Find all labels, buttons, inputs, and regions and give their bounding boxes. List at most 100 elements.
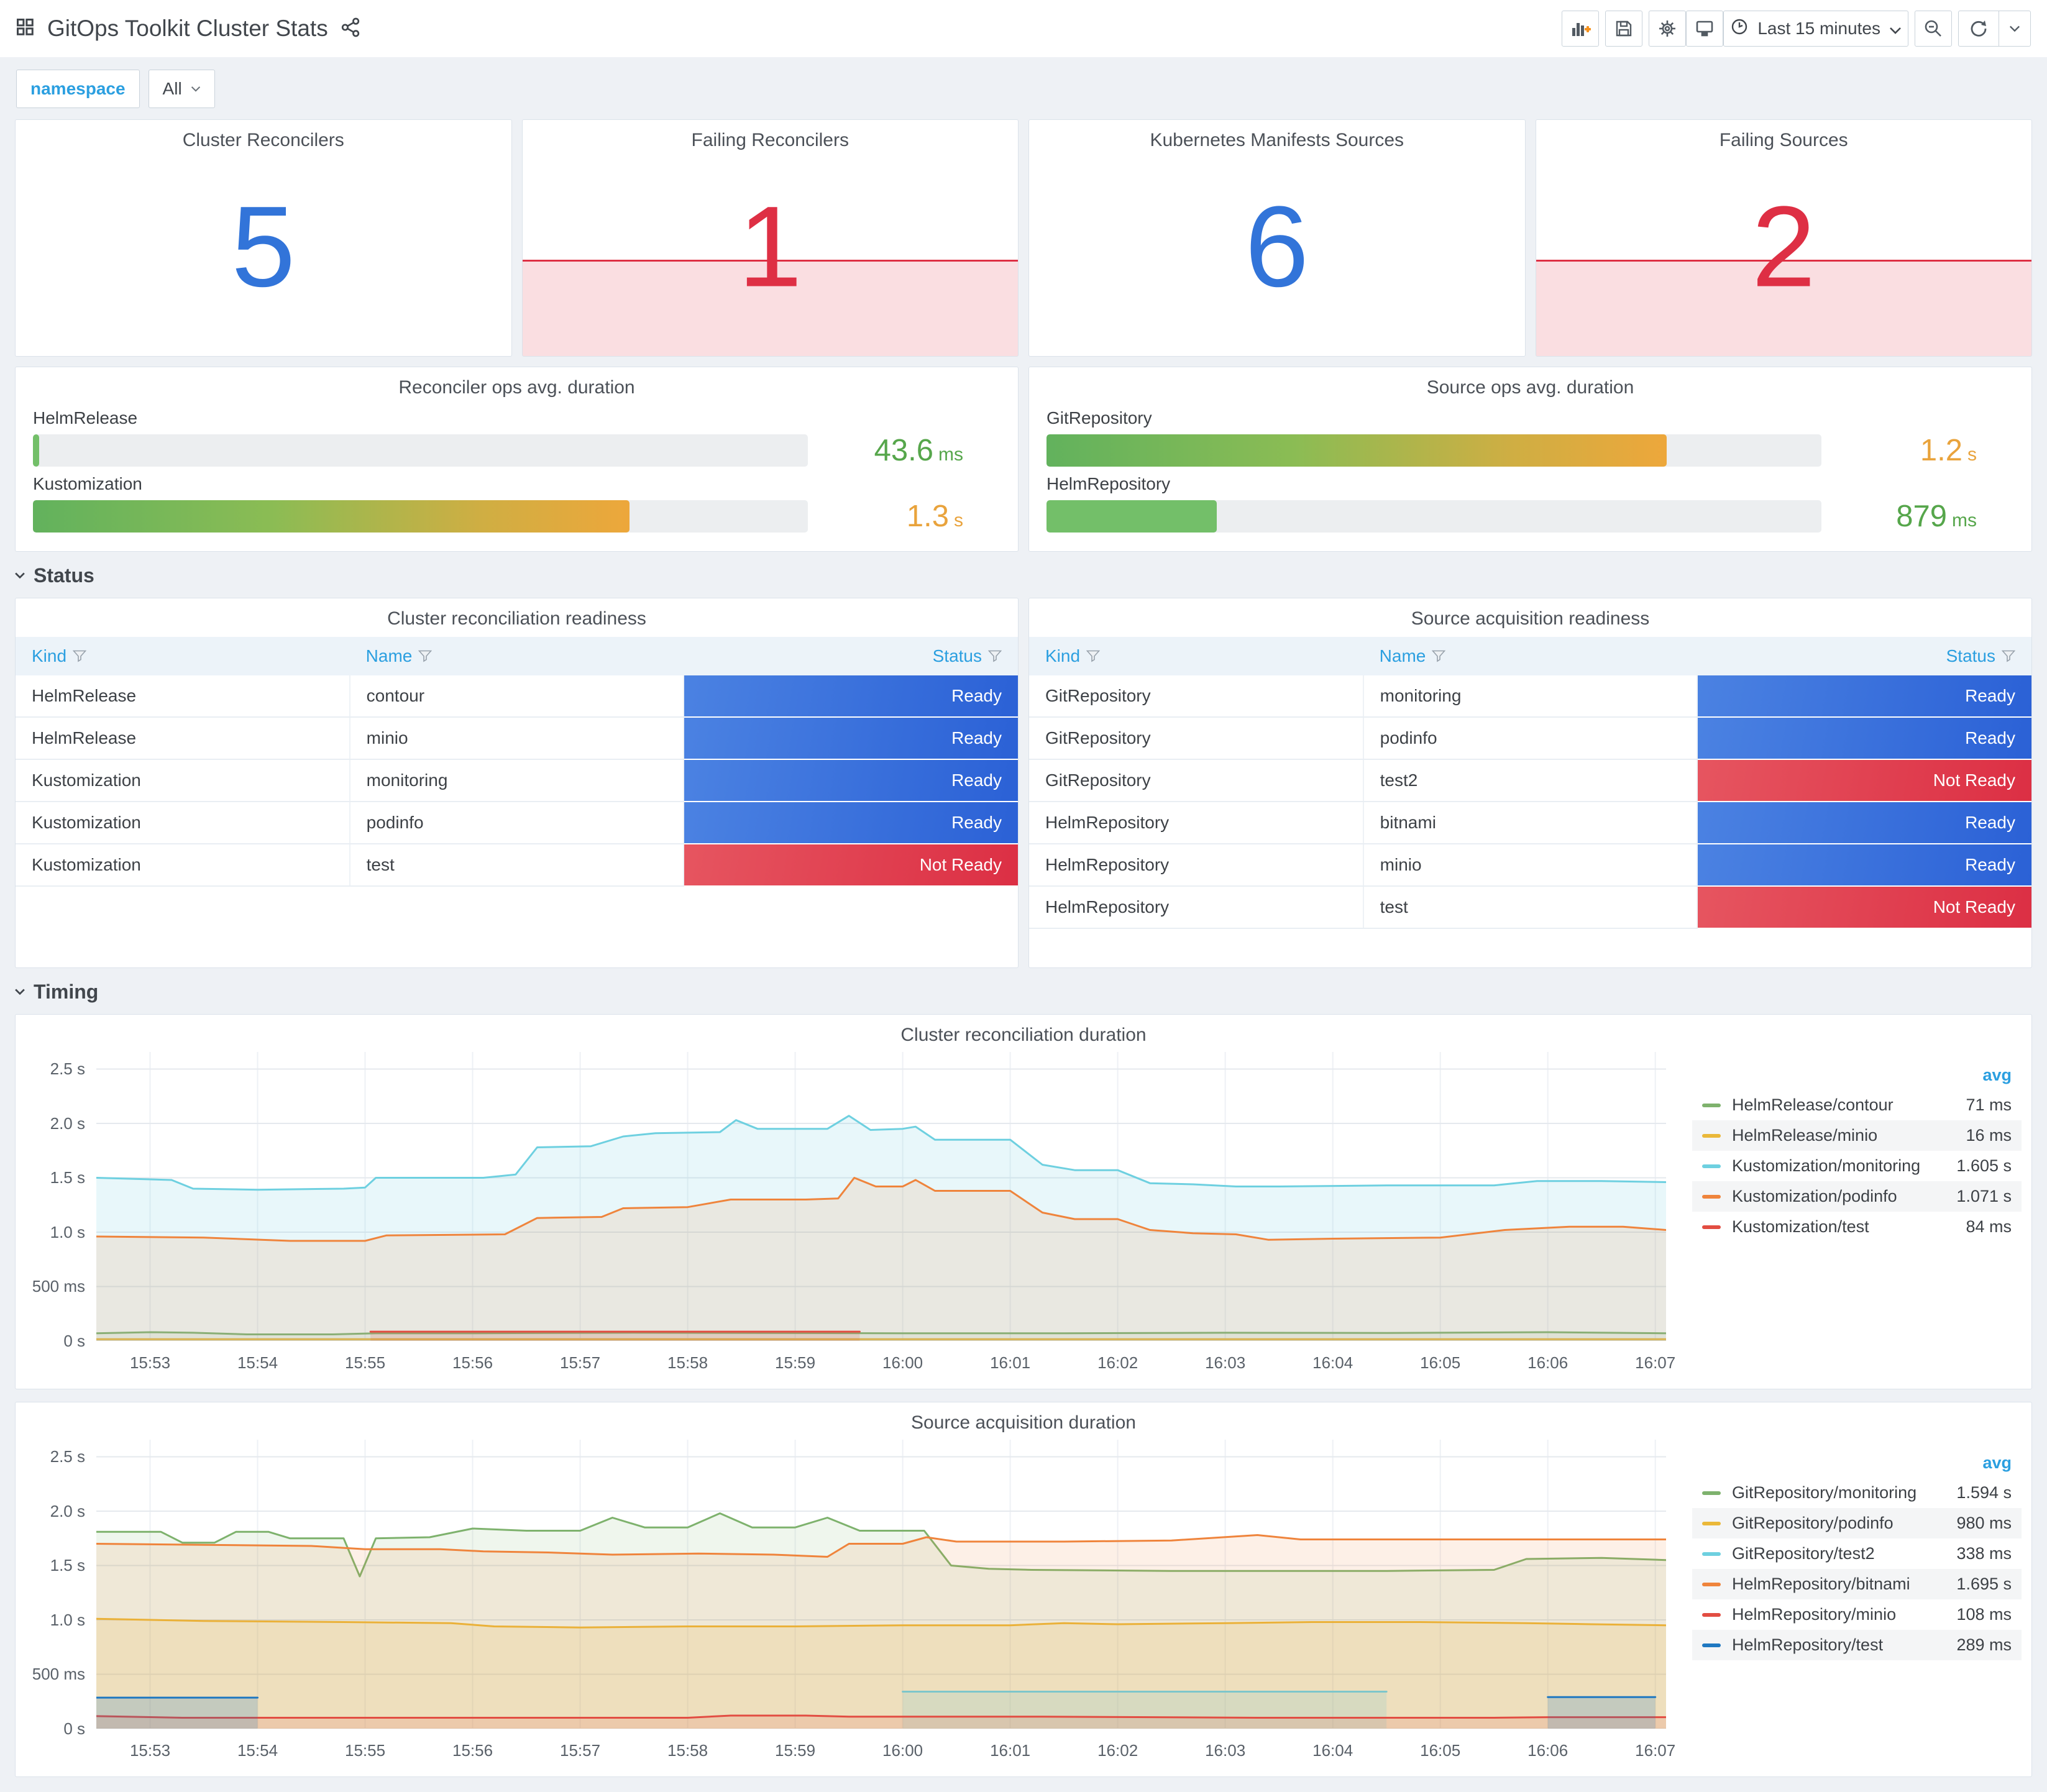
cell-name: test xyxy=(349,844,685,887)
x-axis-label: 15:59 xyxy=(775,1353,816,1372)
legend-row: Kustomization/test 84 ms xyxy=(1692,1212,2022,1242)
legend-series-name[interactable]: GitRepository/test2 xyxy=(1732,1544,1956,1563)
legend-series-name[interactable]: HelmRepository/bitnami xyxy=(1732,1575,1956,1594)
chevron-down-icon xyxy=(1889,19,1902,39)
dashboard-settings-button[interactable] xyxy=(1649,11,1687,47)
x-axis-label: 16:03 xyxy=(1205,1741,1246,1760)
x-axis-label: 16:06 xyxy=(1527,1741,1568,1760)
panel-title[interactable]: Cluster Reconcilers xyxy=(16,120,511,151)
legend-row: Kustomization/podinfo 1.071 s xyxy=(1692,1181,2022,1212)
legend-series-name[interactable]: Kustomization/podinfo xyxy=(1732,1187,1956,1206)
legend-avg-value: 108 ms xyxy=(1956,1605,2012,1624)
plot-area[interactable] xyxy=(96,1440,1666,1729)
y-axis-label: 2.0 s xyxy=(50,1113,85,1133)
add-panel-button[interactable] xyxy=(1562,11,1600,47)
cell-name: minio xyxy=(1363,844,1698,887)
gauge-row: HelmRepository 879 ms xyxy=(1046,474,2014,534)
refresh-button-group xyxy=(1958,11,2031,47)
y-axis-label: 500 ms xyxy=(32,1277,85,1296)
tables-row: Cluster reconciliation readiness Kind Name… xyxy=(15,598,2032,968)
namespace-variable-label[interactable]: namespace xyxy=(16,70,140,108)
legend-color-dash xyxy=(1702,1521,1721,1525)
legend-row: HelmRepository/minio 108 ms xyxy=(1692,1599,2022,1630)
variables-row: namespace All xyxy=(16,70,2031,108)
filter-icon xyxy=(988,650,1002,662)
panel-title[interactable]: Failing Sources xyxy=(1536,120,2032,151)
legend-series-name[interactable]: Kustomization/test xyxy=(1732,1217,1966,1237)
panel-title[interactable]: Cluster reconciliation duration xyxy=(16,1025,2031,1046)
legend-avg-value: 980 ms xyxy=(1956,1514,2012,1532)
x-axis-label: 15:57 xyxy=(560,1741,601,1760)
column-header-kind[interactable]: Kind xyxy=(16,637,350,675)
x-axis-label: 16:06 xyxy=(1527,1353,1568,1372)
gauge-value-unit: ms xyxy=(1952,510,1977,531)
panel-title[interactable]: Kubernetes Manifests Sources xyxy=(1029,120,1525,151)
panel-title[interactable]: Source acquisition readiness xyxy=(1029,598,2031,629)
panel-title[interactable]: Reconciler ops avg. duration xyxy=(16,367,1018,398)
column-header-name[interactable]: Name xyxy=(1363,637,1698,675)
legend-series-name[interactable]: Kustomization/monitoring xyxy=(1732,1156,1956,1176)
legend-series-name[interactable]: GitRepository/podinfo xyxy=(1732,1514,1956,1533)
legend-avg-value: 1.071 s xyxy=(1956,1187,2012,1205)
column-header-name[interactable]: Name xyxy=(349,637,684,675)
refresh-button[interactable] xyxy=(1959,11,1999,46)
x-axis-label: 16:01 xyxy=(990,1741,1031,1760)
cell-kind: HelmRelease xyxy=(16,675,350,718)
cell-name: podinfo xyxy=(1363,717,1698,760)
status-badge: Ready xyxy=(1697,717,2031,760)
table-row: HelmRelease minio Ready xyxy=(16,717,1018,760)
legend-avg-value: 1.605 s xyxy=(1956,1156,2012,1175)
x-axis-label: 16:04 xyxy=(1312,1353,1353,1372)
status-badge: Ready xyxy=(684,675,1018,718)
legend-series-name[interactable]: HelmRepository/minio xyxy=(1732,1605,1956,1624)
save-dashboard-button[interactable] xyxy=(1605,11,1643,47)
gauge-value-number: 1.3 xyxy=(906,500,949,533)
column-header-status[interactable]: Status xyxy=(684,637,1018,675)
dashboard-page: GitOps Toolkit Cluster Stats Last 15 min… xyxy=(0,0,2047,1792)
readiness-table: Kind Name Status GitRepository monitoring Rea… xyxy=(1029,637,2031,929)
legend-series-name[interactable]: GitRepository/monitoring xyxy=(1732,1483,1956,1502)
table-panel: Source acquisition readiness Kind Name Stat… xyxy=(1028,598,2032,968)
plot-area[interactable] xyxy=(96,1052,1666,1341)
panel-title[interactable]: Source acquisition duration xyxy=(16,1412,2031,1433)
stat-panel: Failing Reconcilers 1 xyxy=(521,119,1019,357)
refresh-interval-dropdown[interactable] xyxy=(1999,11,2030,46)
gauge-value: 43.6 ms xyxy=(808,433,1001,468)
y-axis-label: 2.5 s xyxy=(50,1447,85,1466)
legend-avg-value: 289 ms xyxy=(1956,1635,2012,1654)
share-icon[interactable] xyxy=(341,17,360,40)
zoom-out-time-button[interactable] xyxy=(1915,11,1952,47)
x-axis-label: 16:03 xyxy=(1205,1353,1246,1372)
legend-series-name[interactable]: HelmRelease/contour xyxy=(1732,1095,1966,1115)
legend-series-name[interactable]: HelmRelease/minio xyxy=(1732,1126,1966,1145)
panel-title[interactable]: Cluster reconciliation readiness xyxy=(16,598,1018,629)
y-axis-label: 1.0 s xyxy=(50,1222,85,1241)
panel-title[interactable]: Failing Reconcilers xyxy=(523,120,1019,151)
namespace-variable-value[interactable]: All xyxy=(148,70,215,108)
gauge-track xyxy=(1046,500,1821,533)
x-axis-label: 15:58 xyxy=(667,1353,708,1372)
legend-row: HelmRepository/bitnami 1.695 s xyxy=(1692,1569,2022,1599)
legend-color-dash xyxy=(1702,1133,1721,1138)
x-axis-label: 15:54 xyxy=(237,1353,278,1372)
section-timing[interactable]: Timing xyxy=(15,979,2032,1004)
panel-title[interactable]: Source ops avg. duration xyxy=(1029,367,2031,398)
gauge-label: Kustomization xyxy=(33,474,142,493)
x-axis-label: 15:53 xyxy=(129,1741,171,1760)
x-axis-label: 15:53 xyxy=(129,1353,171,1372)
gauge-row: GitRepository 1.2 s xyxy=(1046,408,2014,468)
x-axis-label: 15:59 xyxy=(775,1741,816,1760)
gauge-value-number: 1.2 xyxy=(1920,434,1962,467)
table-row: HelmRepository test Not Ready xyxy=(1029,886,2031,929)
cell-name: bitnami xyxy=(1363,802,1698,844)
panel-source-acquisition-duration: Source acquisition duration avg GitReposi… xyxy=(15,1402,2032,1777)
time-range-picker[interactable]: Last 15 minutes xyxy=(1723,11,1908,47)
column-header-kind[interactable]: Kind xyxy=(1029,637,1363,675)
legend-series-name[interactable]: HelmRepository/test xyxy=(1732,1635,1956,1655)
cell-kind: Kustomization xyxy=(16,759,350,802)
cycle-view-mode-button[interactable] xyxy=(1686,11,1724,47)
column-header-status[interactable]: Status xyxy=(1697,637,2031,675)
section-status[interactable]: Status xyxy=(15,563,2032,588)
column-label: Name xyxy=(1379,646,1426,665)
table-row: HelmRepository bitnami Ready xyxy=(1029,802,2031,844)
